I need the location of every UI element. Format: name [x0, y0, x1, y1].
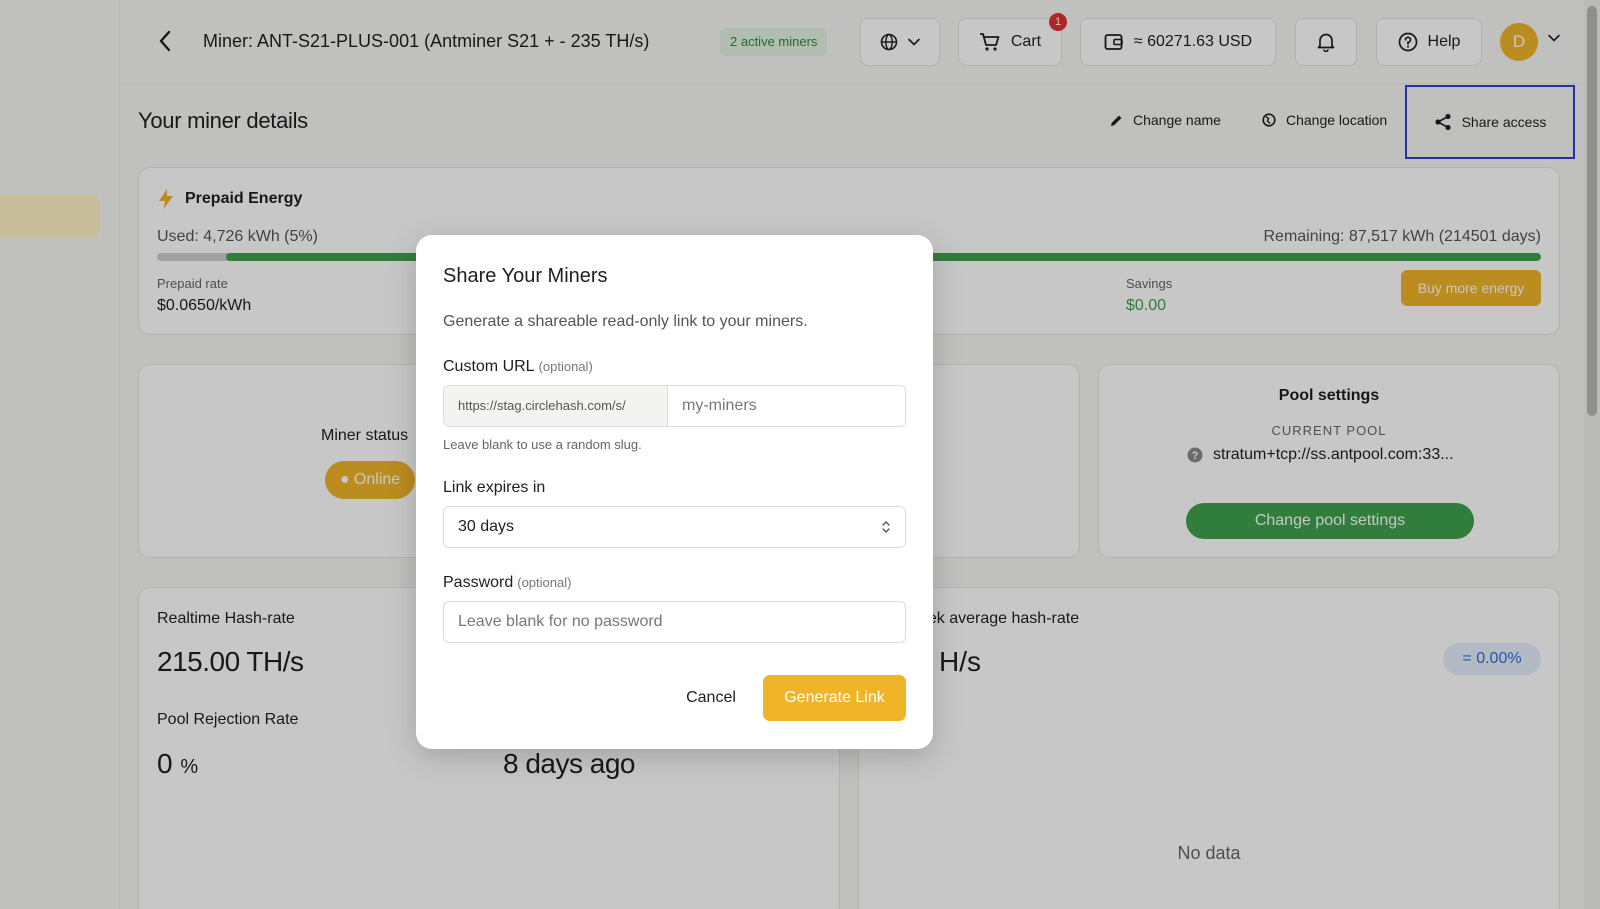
url-prefix: https://stag.circlehash.com/s/	[444, 386, 668, 426]
select-arrows-icon	[882, 521, 890, 533]
link-expires-select[interactable]: 30 days	[443, 506, 906, 548]
password-input[interactable]	[443, 601, 906, 643]
password-label-text: Password	[443, 574, 514, 591]
link-expires-value: 30 days	[458, 518, 515, 535]
custom-url-hint: Leave blank to use a random slug.	[443, 437, 642, 452]
optional-tag: (optional)	[517, 575, 572, 590]
share-miners-modal: Share Your Miners Generate a shareable r…	[416, 235, 933, 749]
custom-url-input[interactable]	[668, 386, 905, 426]
link-expires-label: Link expires in	[443, 479, 546, 496]
optional-tag: (optional)	[538, 359, 593, 374]
custom-url-group: https://stag.circlehash.com/s/	[443, 385, 906, 427]
custom-url-label-text: Custom URL	[443, 358, 535, 375]
modal-title: Share Your Miners	[443, 265, 608, 287]
modal-description: Generate a shareable read-only link to y…	[443, 313, 808, 330]
custom-url-label: Custom URL (optional)	[443, 358, 593, 376]
generate-link-button[interactable]: Generate Link	[763, 675, 906, 721]
cancel-button[interactable]: Cancel	[666, 675, 756, 721]
password-label: Password (optional)	[443, 574, 571, 592]
